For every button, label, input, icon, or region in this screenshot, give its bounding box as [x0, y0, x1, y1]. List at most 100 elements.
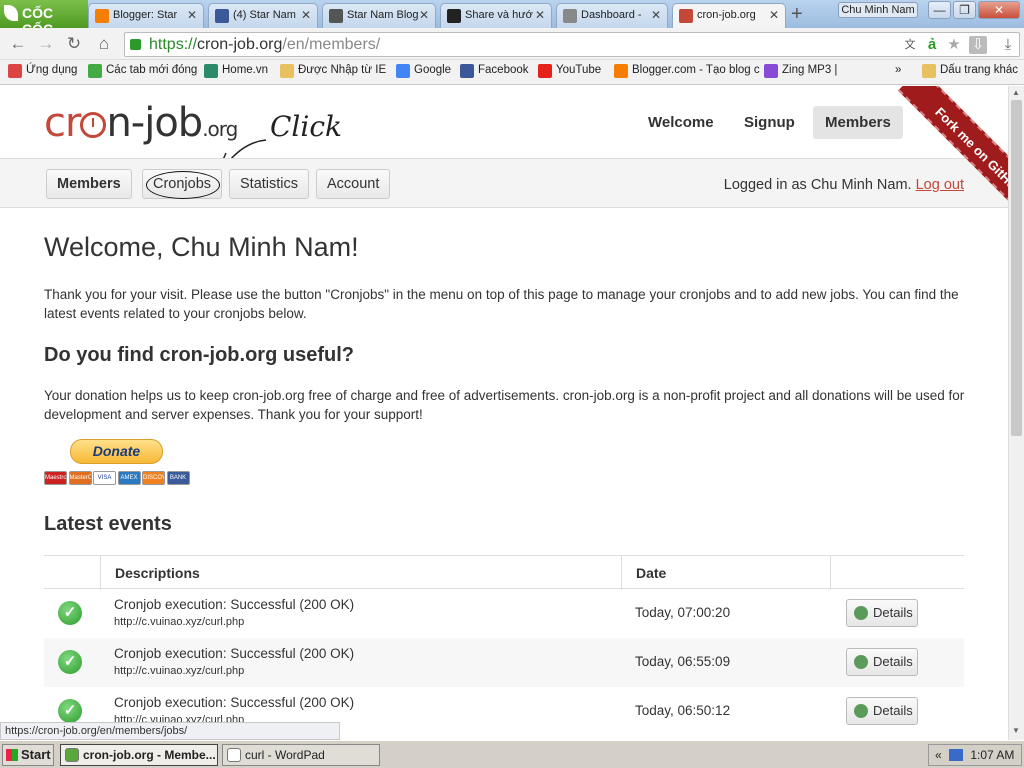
- details-button[interactable]: Details: [846, 697, 918, 725]
- scroll-thumb[interactable]: [1011, 100, 1022, 436]
- topnav-members[interactable]: Members: [813, 106, 903, 139]
- column-header-descriptions: Descriptions: [115, 565, 200, 581]
- translate-icon[interactable]: 文: [901, 36, 919, 54]
- payment-card-icon: Maestro: [44, 471, 67, 485]
- start-button[interactable]: Start: [2, 744, 54, 766]
- bookmark-label: Facebook: [478, 64, 529, 76]
- cronjob-icon: [679, 9, 693, 23]
- folder-icon: [280, 64, 294, 78]
- event-status: Cronjob execution: Successful (200 OK): [114, 646, 355, 661]
- success-check-icon: ✓: [58, 650, 82, 674]
- bookmark-item[interactable]: Facebook: [460, 64, 529, 78]
- bookmark-item[interactable]: YouTube: [538, 64, 601, 78]
- download-arrow-icon[interactable]: ⇩: [969, 36, 987, 54]
- bookmark-item[interactable]: Zing MP3 |: [764, 64, 837, 78]
- event-url: http://c.vuinao.xyz/curl.php: [114, 665, 245, 677]
- close-tab-icon[interactable]: ✕: [301, 8, 311, 22]
- bookmark-item[interactable]: Được Nhập từ IE: [280, 64, 387, 78]
- coccoc-brand-button[interactable]: CỐC CỐC: [0, 0, 88, 37]
- page-scrollbar[interactable]: ▲ ▼: [1008, 86, 1024, 740]
- site-logo[interactable]: cr n-job.org: [44, 100, 238, 146]
- browser-tab[interactable]: Blogger: Star ✕: [88, 3, 204, 28]
- subnav-account-button[interactable]: Account: [316, 169, 391, 199]
- browser-tab-bar: CỐC CỐC Blogger: Star✕(4) Star Nam✕Star …: [0, 0, 1024, 37]
- payment-card-icon: VISA: [93, 471, 116, 485]
- payment-card-icon: BANK: [166, 471, 190, 485]
- logged-in-status: Logged in as Chu Minh Nam. Log out: [723, 177, 964, 193]
- bookmarks-bar: Ứng dụng Các tab mới đóng Home.vn Được Nhập…: [0, 60, 1024, 85]
- address-bar[interactable]: https://cron-job.org/en/members/ 文 ả ★ ⇩…: [124, 32, 1020, 57]
- new-tab-button[interactable]: +: [791, 4, 803, 24]
- bookmark-item[interactable]: Google: [396, 64, 451, 78]
- profile-button[interactable]: Chu Minh Nam: [838, 2, 918, 18]
- details-icon: [854, 606, 868, 620]
- bookmark-label: Home.vn: [222, 64, 269, 76]
- success-check-icon: ✓: [58, 601, 82, 625]
- browser-toolbar: ← → ↻ ⌂ https://cron-job.org/en/members/…: [0, 28, 1024, 60]
- bookmark-item[interactable]: Các tab mới đóng: [88, 64, 197, 78]
- back-button[interactable]: ←: [8, 34, 28, 54]
- tray-expand-button[interactable]: «: [935, 748, 942, 762]
- downloads-icon[interactable]: ⤓: [999, 36, 1017, 54]
- event-date: Today, 07:00:20: [635, 605, 731, 620]
- details-button[interactable]: Details: [846, 648, 918, 676]
- browser-tab[interactable]: (4) Star Nam ✕: [208, 3, 318, 28]
- subnav-members-button[interactable]: Members: [46, 169, 132, 199]
- payment-card-icon: DISCOVER: [142, 471, 165, 485]
- close-tab-icon[interactable]: ✕: [535, 8, 545, 22]
- topnav-signup[interactable]: Signup: [732, 106, 807, 139]
- table-header: Descriptions Date: [44, 555, 964, 590]
- event-status: Cronjob execution: Successful (200 OK): [114, 597, 355, 612]
- coccoc-leaf-icon: [4, 5, 18, 21]
- reload-button[interactable]: ↻: [64, 34, 84, 54]
- subnav-statistics-button[interactable]: Statistics: [229, 169, 310, 199]
- scroll-up-arrow-icon[interactable]: ▲: [1012, 88, 1020, 97]
- bookmark-label: Được Nhập từ IE: [298, 64, 387, 76]
- logout-link[interactable]: Log out: [916, 177, 964, 193]
- browser-tab[interactable]: Share và hướ ✕: [440, 3, 552, 28]
- success-check-icon: ✓: [58, 699, 82, 723]
- topnav-welcome[interactable]: Welcome: [636, 106, 726, 139]
- browser-tab[interactable]: cron-job.org ✕: [672, 3, 786, 28]
- bookmark-item[interactable]: Home.vn: [204, 64, 269, 78]
- home-button[interactable]: ⌂: [94, 34, 114, 54]
- donate-button[interactable]: Donate: [70, 439, 163, 464]
- clock-time[interactable]: 1:07 AM: [970, 748, 1014, 762]
- taskbar-item[interactable]: curl - WordPad: [222, 744, 380, 766]
- tab-title: Dashboard -: [581, 9, 642, 21]
- minimize-button[interactable]: —: [928, 1, 951, 19]
- bookmark-item[interactable]: Blogger.com - Tạo blog c: [614, 64, 760, 78]
- taskbar-item[interactable]: cron-job.org - Membe...: [60, 744, 218, 766]
- payment-card-icon: AMEX: [117, 471, 141, 485]
- close-tab-icon[interactable]: ✕: [651, 8, 661, 22]
- event-date: Today, 06:55:09: [635, 654, 731, 669]
- events-heading: Latest events: [44, 513, 172, 535]
- browser-tab[interactable]: Star Nam Blog ✕: [322, 3, 436, 28]
- useful-heading: Do you find cron-job.org useful?: [44, 344, 354, 366]
- close-tab-icon[interactable]: ✕: [419, 8, 429, 22]
- bookmark-star-icon[interactable]: ★: [945, 36, 963, 54]
- network-icon[interactable]: [949, 749, 964, 761]
- scroll-down-arrow-icon[interactable]: ▼: [1012, 726, 1020, 735]
- other-bookmarks-folder[interactable]: Dấu trang khác: [922, 64, 1018, 78]
- browser-tab[interactable]: Dashboard - ✕: [556, 3, 668, 28]
- vietnamese-input-icon[interactable]: ả: [923, 36, 941, 54]
- apps-icon: [8, 64, 22, 78]
- bookmarks-overflow-button[interactable]: »: [895, 64, 901, 76]
- table-row: ✓ Cronjob execution: Successful (200 OK) h…: [44, 638, 964, 687]
- google-icon: [396, 64, 410, 78]
- maximize-button[interactable]: ❐: [953, 1, 976, 19]
- folder-icon: [922, 64, 936, 78]
- forward-button[interactable]: →: [36, 34, 56, 54]
- close-window-button[interactable]: ✕: [978, 1, 1020, 19]
- close-tab-icon[interactable]: ✕: [769, 8, 779, 22]
- tab-title: (4) Star Nam: [233, 9, 296, 21]
- details-button[interactable]: Details: [846, 599, 918, 627]
- facebook-icon: [460, 64, 474, 78]
- url-text: https://cron-job.org/en/members/: [149, 36, 381, 53]
- windows-taskbar: Start cron-job.org - Membe... curl - Word…: [0, 740, 1024, 768]
- bookmark-item[interactable]: Ứng dụng: [8, 64, 77, 78]
- donation-text: Your donation helps us to keep cron-job.…: [44, 388, 965, 422]
- close-tab-icon[interactable]: ✕: [187, 8, 197, 22]
- event-status: Cronjob execution: Successful (200 OK): [114, 695, 355, 710]
